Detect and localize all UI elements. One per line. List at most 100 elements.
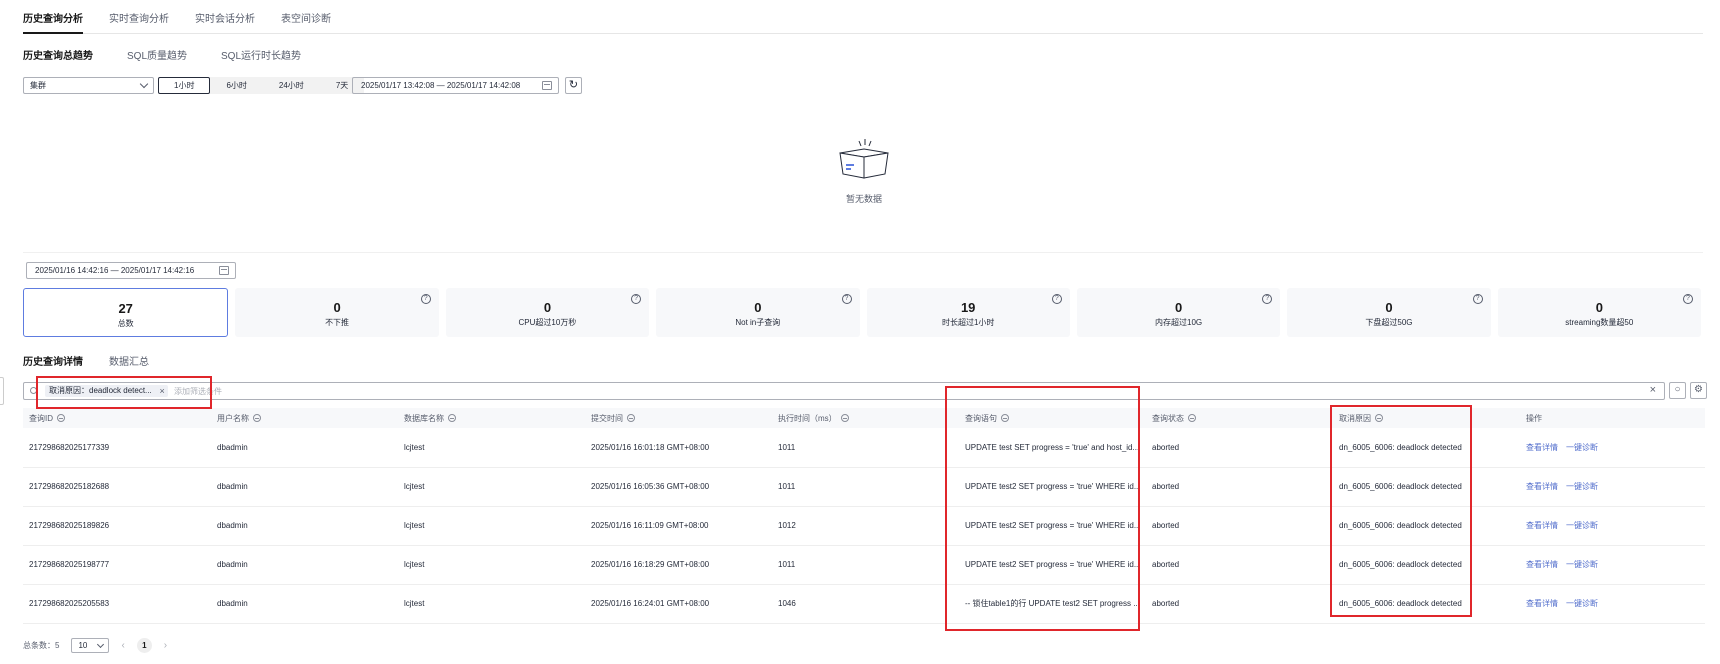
page-size-value: 10 bbox=[78, 640, 88, 650]
sub-tabs: 历史查询总趋势 SQL质量趋势 SQL运行时长趋势 bbox=[23, 47, 335, 62]
cell-query-sql: UPDATE test2 SET progress = 'true' WHERE… bbox=[959, 506, 1146, 546]
stat-card-duration[interactable]: ? 19 时长超过1小时 bbox=[866, 288, 1070, 337]
stat-card-label: 内存超过10G bbox=[1155, 318, 1203, 327]
cell-actions: 查看详情 一键诊断 bbox=[1520, 545, 1705, 585]
subtab-history-trend[interactable]: 历史查询总趋势 bbox=[23, 47, 93, 62]
diagnose-link[interactable]: 一键诊断 bbox=[1566, 482, 1598, 491]
stat-card-no-pushdown[interactable]: ? 0 不下推 bbox=[235, 288, 439, 337]
stats-date-range-picker[interactable]: 2025/01/16 14:42:16 — 2025/01/17 14:42:1… bbox=[26, 262, 236, 279]
column-header[interactable]: 取消原因 bbox=[1333, 408, 1520, 428]
subtab-sql-runtime[interactable]: SQL运行时长趋势 bbox=[221, 47, 301, 62]
column-header-label: 数据库名称 bbox=[404, 413, 444, 423]
stat-card-value: 27 bbox=[118, 301, 133, 316]
stat-card-streaming[interactable]: ? 0 streaming数量超50 bbox=[1497, 288, 1701, 337]
cell-cancel-reason: dn_6005_6006: deadlock detected bbox=[1333, 428, 1520, 468]
filter-tag[interactable]: 取消原因：deadlock detect... × bbox=[45, 385, 168, 397]
sort-icon[interactable] bbox=[1375, 413, 1383, 422]
view-details-link[interactable]: 查看详情 bbox=[1526, 599, 1558, 608]
column-header-label: 提交时间 bbox=[591, 413, 623, 423]
column-header-label: 用户名称 bbox=[217, 413, 249, 423]
sort-icon[interactable] bbox=[253, 413, 261, 422]
clear-icon[interactable]: × bbox=[1650, 384, 1656, 396]
tab-tablespace-diagnosis[interactable]: 表空间诊断 bbox=[281, 12, 331, 34]
stat-card-label: 总数 bbox=[117, 319, 134, 328]
tab-history-query[interactable]: 历史查询分析 bbox=[23, 12, 83, 34]
trend-date-range-picker[interactable]: 2025/01/17 13:42:08 — 2025/01/17 14:42:0… bbox=[352, 77, 559, 94]
prev-page-icon[interactable]: ‹ bbox=[121, 640, 124, 651]
range-24h-button[interactable]: 24小时 bbox=[262, 77, 320, 94]
page-size-select[interactable]: 10 bbox=[71, 637, 110, 653]
view-details-link[interactable]: 查看详情 bbox=[1526, 443, 1558, 452]
table-row: 217298682025177339 dbadmin lcjtest 2025/… bbox=[23, 428, 1705, 468]
refresh-button[interactable]: ↻ bbox=[565, 77, 582, 94]
cell-exec-time: 1046 bbox=[772, 584, 959, 624]
query-table: 查询ID 用户名称 数据库名称 提交时间 执行时间（ms） 查询语句 查询状态 … bbox=[23, 408, 1705, 624]
range-6h-button[interactable]: 6小时 bbox=[210, 77, 263, 94]
cell-exec-time: 1012 bbox=[772, 506, 959, 546]
search-button[interactable]: ○ bbox=[1669, 382, 1686, 399]
cell-query-id: 217298682025205583 bbox=[23, 584, 211, 624]
stat-card-label: 时长超过1小时 bbox=[941, 318, 995, 327]
view-details-link[interactable]: 查看详情 bbox=[1526, 482, 1558, 491]
stat-card-label: 下盘超过50G bbox=[1365, 318, 1413, 327]
diagnose-link[interactable]: 一键诊断 bbox=[1566, 560, 1598, 569]
page-number-current[interactable]: 1 bbox=[136, 637, 152, 653]
column-header[interactable]: 查询状态 bbox=[1146, 408, 1333, 428]
stat-card-spill[interactable]: ? 0 下盘超过50G bbox=[1287, 288, 1491, 337]
tab-history-query-detail[interactable]: 历史查询详情 bbox=[23, 353, 83, 368]
cell-submit-time: 2025/01/16 16:18:29 GMT+08:00 bbox=[585, 545, 772, 585]
column-header-label: 查询ID bbox=[29, 413, 53, 423]
help-icon[interactable]: ? bbox=[1683, 294, 1693, 304]
sort-icon[interactable] bbox=[840, 413, 849, 422]
cluster-select[interactable]: 集群 bbox=[23, 77, 154, 94]
cell-query-sql: UPDATE test2 SET progress = 'true' WHERE… bbox=[959, 545, 1146, 585]
stat-card-cpu[interactable]: ? 0 CPU超过10万秒 bbox=[445, 288, 650, 337]
cell-actions: 查看详情 一键诊断 bbox=[1520, 428, 1705, 468]
sort-icon[interactable] bbox=[627, 413, 635, 422]
view-details-link[interactable]: 查看详情 bbox=[1526, 521, 1558, 530]
sort-icon[interactable] bbox=[1188, 413, 1196, 422]
view-details-link[interactable]: 查看详情 bbox=[1526, 560, 1558, 569]
stat-card-memory[interactable]: ? 0 内存超过10G bbox=[1076, 288, 1281, 337]
column-header[interactable]: 提交时间 bbox=[585, 408, 772, 428]
subtab-sql-quality[interactable]: SQL质量趋势 bbox=[127, 47, 187, 62]
cell-cancel-reason: dn_6005_6006: deadlock detected bbox=[1333, 584, 1520, 624]
cell-status: aborted bbox=[1146, 506, 1333, 546]
column-header[interactable]: 查询语句 bbox=[959, 408, 1146, 428]
sort-icon[interactable] bbox=[1001, 413, 1009, 422]
column-header[interactable]: 查询ID bbox=[23, 408, 211, 428]
column-header[interactable]: 数据库名称 bbox=[398, 408, 585, 428]
total-count: 总条数：5 bbox=[23, 640, 60, 650]
sort-icon[interactable] bbox=[57, 413, 65, 422]
time-range-group: 1小时 6小时 24小时 7天 bbox=[158, 77, 365, 94]
cell-submit-time: 2025/01/16 16:11:09 GMT+08:00 bbox=[585, 506, 772, 546]
tab-realtime-query[interactable]: 实时查询分析 bbox=[109, 12, 169, 34]
cell-status: aborted bbox=[1146, 428, 1333, 468]
chevron-down-icon bbox=[97, 640, 105, 648]
table-row: 217298682025182688 dbadmin lcjtest 2025/… bbox=[23, 467, 1705, 507]
column-header[interactable]: 执行时间（ms） bbox=[772, 408, 959, 428]
side-handle[interactable] bbox=[0, 377, 4, 405]
help-icon[interactable]: ? bbox=[841, 294, 852, 304]
filter-search-bar[interactable]: 取消原因：deadlock detect... × × bbox=[23, 382, 1665, 400]
help-icon[interactable]: ? bbox=[1472, 294, 1483, 304]
cell-actions: 查看详情 一键诊断 bbox=[1520, 584, 1705, 624]
settings-button[interactable]: ⚙ bbox=[1690, 382, 1707, 399]
close-icon[interactable]: × bbox=[159, 385, 164, 397]
diagnose-link[interactable]: 一键诊断 bbox=[1566, 443, 1598, 452]
stat-card-total[interactable]: 27 总数 bbox=[23, 288, 229, 337]
sort-icon[interactable] bbox=[448, 413, 456, 422]
cell-user: dbadmin bbox=[211, 506, 398, 546]
next-page-icon[interactable]: › bbox=[164, 640, 167, 651]
help-icon[interactable]: ? bbox=[1051, 294, 1062, 304]
stat-card-not-in-subquery[interactable]: ? 0 Not in子查询 bbox=[656, 288, 860, 337]
column-header[interactable]: 用户名称 bbox=[211, 408, 398, 428]
tab-realtime-session[interactable]: 实时会话分析 bbox=[195, 12, 255, 34]
range-1h-button[interactable]: 1小时 bbox=[158, 77, 211, 94]
stat-card-value: 0 bbox=[333, 300, 341, 315]
filter-input[interactable] bbox=[174, 384, 1574, 398]
help-icon[interactable]: ? bbox=[420, 294, 431, 304]
diagnose-link[interactable]: 一键诊断 bbox=[1566, 599, 1598, 608]
tab-data-summary[interactable]: 数据汇总 bbox=[109, 353, 149, 368]
diagnose-link[interactable]: 一键诊断 bbox=[1566, 521, 1598, 530]
